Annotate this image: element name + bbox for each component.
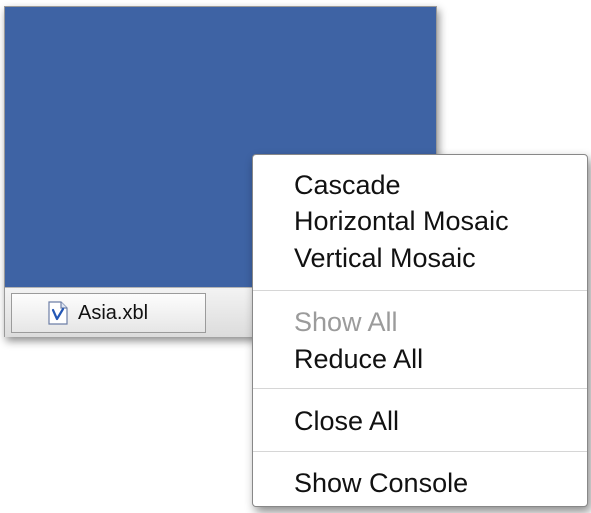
menu-item-close-all[interactable]: Close All: [294, 405, 399, 437]
taskbar-item-label: Asia.xbl: [78, 301, 149, 324]
menu-item-show-console[interactable]: Show Console: [294, 467, 468, 499]
menu-item-vertical-mosaic[interactable]: Vertical Mosaic: [294, 242, 476, 274]
menu-separator: [253, 451, 587, 452]
menu-item-show-all: Show All: [294, 307, 398, 337]
menu-item-cascade[interactable]: Cascade: [294, 169, 401, 201]
screen: Asia.xbl Cascade Horizontal Mosaic Verti…: [0, 0, 591, 513]
menu-item-reduce-all[interactable]: Reduce All: [294, 343, 423, 375]
taskbar-item-asia[interactable]: Asia.xbl: [11, 293, 206, 333]
xbl-file-icon: [48, 301, 68, 325]
menu-separator: [253, 290, 587, 291]
menu-item-horizontal-mosaic[interactable]: Horizontal Mosaic: [294, 205, 509, 237]
window-context-menu: Cascade Horizontal Mosaic Vertical Mosai…: [252, 154, 588, 507]
menu-separator: [253, 388, 587, 389]
